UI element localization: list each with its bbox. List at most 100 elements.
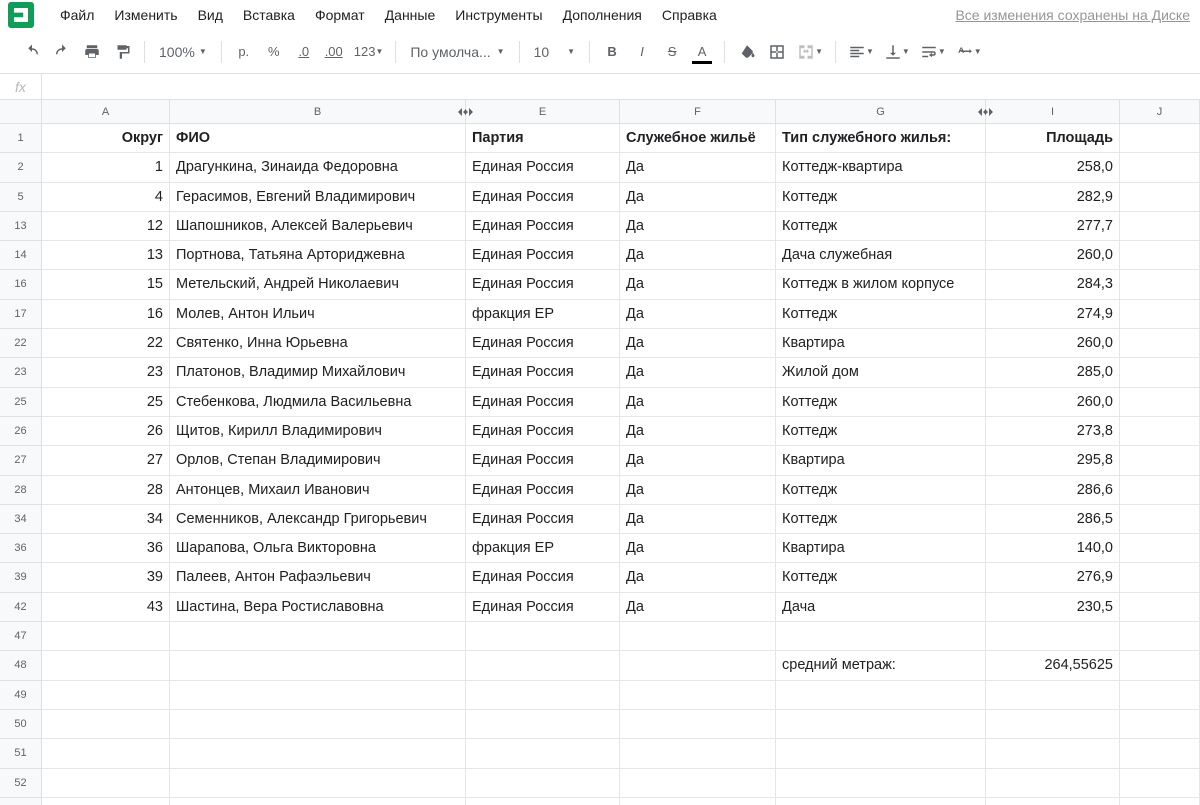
row-header-25[interactable]: 25 [0, 388, 42, 417]
cell-J13[interactable] [1120, 212, 1200, 241]
cell-E23[interactable]: Единая Россия [466, 358, 620, 387]
cell-G51[interactable] [776, 739, 986, 768]
cell-J51[interactable] [1120, 739, 1200, 768]
cell-A25[interactable]: 25 [42, 388, 170, 417]
cell-G25[interactable]: Коттедж [776, 388, 986, 417]
sheets-logo-icon[interactable] [8, 2, 34, 28]
cell-I13[interactable]: 277,7 [986, 212, 1120, 241]
font-size-select[interactable]: 10▼ [528, 38, 582, 66]
cell-I48[interactable]: 264,55625 [986, 651, 1120, 680]
cell-J28[interactable] [1120, 476, 1200, 505]
cell-A17[interactable]: 16 [42, 300, 170, 329]
cell-E36[interactable]: фракция ЕР [466, 534, 620, 563]
cell-I28[interactable]: 286,6 [986, 476, 1120, 505]
row-header-49[interactable]: 49 [0, 681, 42, 710]
cell-F22[interactable]: Да [620, 329, 776, 358]
cell-B36[interactable]: Шарапова, Ольга Викторовна [170, 534, 466, 563]
cell-E49[interactable] [466, 681, 620, 710]
cell-G1[interactable]: Тип служебного жилья: [776, 124, 986, 153]
row-header-36[interactable]: 36 [0, 534, 42, 563]
column-header-B[interactable]: B [170, 100, 466, 123]
cell-J42[interactable] [1120, 593, 1200, 622]
cell-B42[interactable]: Шастина, Вера Ростиславовна [170, 593, 466, 622]
row-header-26[interactable]: 26 [0, 417, 42, 446]
cell-I14[interactable]: 260,0 [986, 241, 1120, 270]
cell-E39[interactable]: Единая Россия [466, 563, 620, 592]
menu-Формат[interactable]: Формат [305, 3, 375, 27]
cell-I22[interactable]: 260,0 [986, 329, 1120, 358]
cell-J5[interactable] [1120, 183, 1200, 212]
cell-B17[interactable]: Молев, Антон Ильич [170, 300, 466, 329]
cell-B47[interactable] [170, 622, 466, 651]
column-header-G[interactable]: G [776, 100, 986, 123]
cell-A1[interactable]: Округ [42, 124, 170, 153]
cell-G26[interactable]: Коттедж [776, 417, 986, 446]
cell-B39[interactable]: Палеев, Антон Рафаэльевич [170, 563, 466, 592]
font-family-select[interactable]: По умолча...▼ [404, 38, 510, 66]
cell-G5[interactable]: Коттедж [776, 183, 986, 212]
cell-E14[interactable]: Единая Россия [466, 241, 620, 270]
cell-I53[interactable] [986, 798, 1120, 805]
cell-E13[interactable]: Единая Россия [466, 212, 620, 241]
cell-B48[interactable] [170, 651, 466, 680]
cell-B28[interactable]: Антонцев, Михаил Иванович [170, 476, 466, 505]
fill-color-button[interactable] [733, 38, 761, 66]
cell-B14[interactable]: Портнова, Татьяна Арториджевна [170, 241, 466, 270]
menu-Вставка[interactable]: Вставка [233, 3, 305, 27]
row-header-5[interactable]: 5 [0, 183, 42, 212]
strikethrough-button[interactable]: S [658, 38, 686, 66]
cell-A5[interactable]: 4 [42, 183, 170, 212]
merge-cells-button[interactable]: ▼ [793, 38, 827, 66]
row-header-23[interactable]: 23 [0, 358, 42, 387]
cell-A26[interactable]: 26 [42, 417, 170, 446]
formula-input[interactable] [42, 74, 1200, 99]
cell-J17[interactable] [1120, 300, 1200, 329]
cell-G48[interactable]: средний метраж: [776, 651, 986, 680]
cell-I25[interactable]: 260,0 [986, 388, 1120, 417]
cell-E25[interactable]: Единая Россия [466, 388, 620, 417]
cell-G47[interactable] [776, 622, 986, 651]
cell-G49[interactable] [776, 681, 986, 710]
cell-F34[interactable]: Да [620, 505, 776, 534]
vertical-align-button[interactable]: ▼ [880, 38, 914, 66]
cell-B52[interactable] [170, 769, 466, 798]
cell-A34[interactable]: 34 [42, 505, 170, 534]
cell-E16[interactable]: Единая Россия [466, 270, 620, 299]
cell-J49[interactable] [1120, 681, 1200, 710]
cell-F51[interactable] [620, 739, 776, 768]
cell-A39[interactable]: 39 [42, 563, 170, 592]
cell-J14[interactable] [1120, 241, 1200, 270]
cell-E42[interactable]: Единая Россия [466, 593, 620, 622]
cell-I47[interactable] [986, 622, 1120, 651]
cell-F48[interactable] [620, 651, 776, 680]
cell-F23[interactable]: Да [620, 358, 776, 387]
cell-I27[interactable]: 295,8 [986, 446, 1120, 475]
zoom-select[interactable]: 100%▼ [153, 38, 213, 66]
cell-G42[interactable]: Дача [776, 593, 986, 622]
cell-I49[interactable] [986, 681, 1120, 710]
cell-J16[interactable] [1120, 270, 1200, 299]
cell-E28[interactable]: Единая Россия [466, 476, 620, 505]
cell-A42[interactable]: 43 [42, 593, 170, 622]
column-header-J[interactable]: J [1120, 100, 1200, 123]
menu-Файл[interactable]: Файл [50, 3, 104, 27]
cell-F27[interactable]: Да [620, 446, 776, 475]
cell-J1[interactable] [1120, 124, 1200, 153]
cell-B16[interactable]: Метельский, Андрей Николаевич [170, 270, 466, 299]
row-header-22[interactable]: 22 [0, 329, 42, 358]
row-header-53[interactable]: 53 [0, 798, 42, 805]
cell-J53[interactable] [1120, 798, 1200, 805]
cell-F25[interactable]: Да [620, 388, 776, 417]
menu-Инструменты[interactable]: Инструменты [445, 3, 552, 27]
cell-G36[interactable]: Квартира [776, 534, 986, 563]
row-header-27[interactable]: 27 [0, 446, 42, 475]
menu-Данные[interactable]: Данные [375, 3, 446, 27]
menu-Вид[interactable]: Вид [188, 3, 233, 27]
cell-J50[interactable] [1120, 710, 1200, 739]
cell-A47[interactable] [42, 622, 170, 651]
cell-G13[interactable]: Коттедж [776, 212, 986, 241]
cell-I23[interactable]: 285,0 [986, 358, 1120, 387]
cell-B49[interactable] [170, 681, 466, 710]
cell-B50[interactable] [170, 710, 466, 739]
cell-E26[interactable]: Единая Россия [466, 417, 620, 446]
